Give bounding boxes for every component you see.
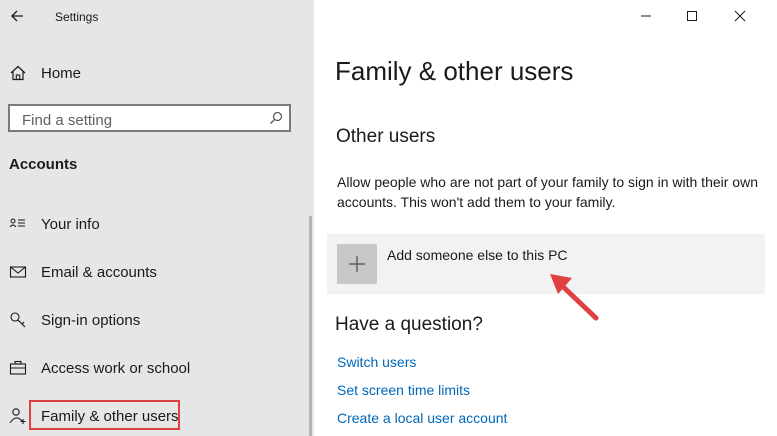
mail-icon: [9, 263, 27, 281]
other-users-heading: Other users: [336, 126, 436, 147]
main-content: Family & other users Other users Allow p…: [314, 0, 777, 436]
sidebar-item-label: Access work or school: [41, 359, 191, 377]
close-icon: [734, 10, 746, 22]
maximize-button[interactable]: [680, 4, 704, 28]
search-input[interactable]: [20, 110, 264, 130]
section-heading: Accounts: [9, 156, 78, 173]
add-person-icon: [9, 407, 27, 425]
minimize-button[interactable]: [634, 4, 658, 28]
app-title: Settings: [55, 10, 99, 24]
create-local-account-link[interactable]: Create a local user account: [337, 410, 507, 426]
sidebar-item-label: Sign-in options: [41, 311, 141, 329]
annotation-arrow-icon: [550, 274, 599, 321]
sidebar-item-sign-in[interactable]: Sign-in options: [9, 306, 140, 334]
sidebar: Settings Home Accounts Your info: [0, 0, 314, 436]
back-button[interactable]: [8, 6, 28, 26]
screen-time-link[interactable]: Set screen time limits: [337, 382, 470, 398]
home-label: Home: [41, 64, 82, 82]
minimize-icon: [641, 15, 651, 17]
briefcase-icon: [9, 359, 27, 377]
add-tile: [337, 244, 377, 284]
close-button[interactable]: [728, 4, 752, 28]
annotation-highlight-box: [29, 400, 180, 430]
other-users-description: Allow people who are not part of your fa…: [337, 174, 758, 210]
home-icon: [10, 65, 26, 81]
sidebar-item-email[interactable]: Email & accounts: [9, 258, 157, 286]
sidebar-scrollbar[interactable]: [309, 216, 312, 436]
key-icon: [9, 311, 27, 329]
sidebar-item-label: Your info: [41, 215, 100, 233]
sidebar-item-your-info[interactable]: Your info: [9, 210, 100, 238]
search-icon: [270, 111, 283, 124]
question-heading: Have a question?: [335, 314, 483, 335]
back-arrow-icon: [11, 10, 23, 22]
plus-icon: [349, 256, 365, 272]
page-title: Family & other users: [335, 56, 574, 86]
sidebar-item-label: Email & accounts: [41, 263, 157, 281]
sidebar-item-work-school[interactable]: Access work or school: [9, 354, 190, 382]
sidebar-home[interactable]: Home: [9, 60, 81, 86]
contact-card-icon: [9, 215, 27, 233]
add-someone-label: Add someone else to this PC: [387, 247, 568, 263]
switch-users-link[interactable]: Switch users: [337, 354, 416, 370]
search-box[interactable]: [8, 104, 291, 132]
maximize-icon: [687, 11, 697, 21]
